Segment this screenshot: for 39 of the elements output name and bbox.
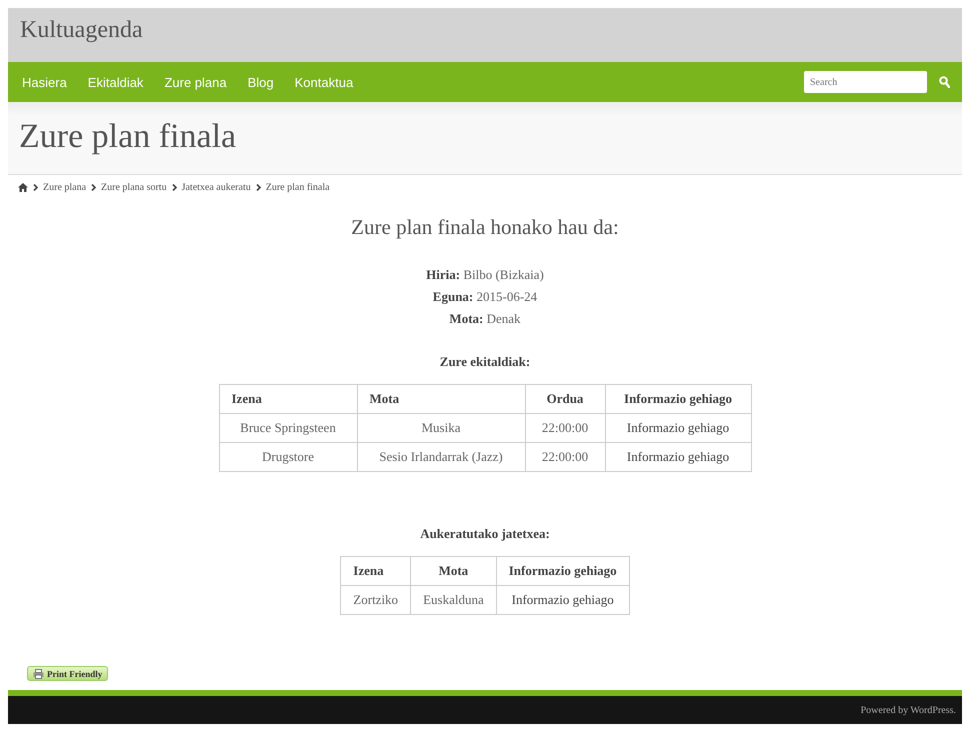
site-title[interactable]: Kultuagenda	[8, 8, 155, 53]
column-header: Ordua	[525, 384, 605, 414]
column-header: Izena	[219, 384, 357, 414]
summary-line: Hiria: Bilbo (Bizkaia)	[426, 266, 544, 284]
info-link[interactable]: Informazio gehiago	[512, 592, 614, 607]
table-cell: Musika	[357, 414, 525, 442]
section-heading: Zure plan finala honako hau da:	[351, 215, 619, 240]
chevron-icon	[33, 184, 38, 191]
table-title: Aukeratutako jatetxea:	[420, 526, 550, 542]
table-cell: 22:00:00	[525, 442, 605, 472]
search-field[interactable]: Search	[804, 71, 927, 93]
footer-text: Powered by WordPress.	[860, 704, 956, 716]
column-header: Mota	[357, 384, 525, 414]
chevron-icon	[172, 184, 177, 191]
breadcrumb-link[interactable]: Jatetxea aukeratu	[182, 182, 251, 193]
info-link[interactable]: Informazio gehiago	[626, 420, 730, 435]
home-icon[interactable]	[18, 183, 28, 192]
table-cell: Euskalduna	[410, 586, 496, 614]
column-header: Informazio gehiago	[605, 384, 751, 414]
breadcrumb-link[interactable]: Zure plana sortu	[101, 182, 167, 193]
column-header: Mota	[410, 556, 496, 586]
table-cell: 22:00:00	[525, 414, 605, 442]
breadcrumb-current: Zure plan finala	[266, 182, 330, 193]
table-cell: Drugstore	[219, 442, 357, 472]
column-header: Informazio gehiago	[496, 556, 630, 586]
table-title: Zure ekitaldiak:	[440, 354, 530, 370]
page-title: Zure plan finala	[18, 117, 238, 157]
table-cell: Bruce Springsteen	[219, 414, 357, 442]
chevron-icon	[91, 184, 96, 191]
summary-line: Eguna: 2015-06-24	[432, 288, 538, 306]
table-cell: Zortziko	[340, 586, 411, 614]
info-link[interactable]: Informazio gehiago	[626, 449, 730, 464]
column-header: Izena	[340, 556, 411, 586]
print-button[interactable]: Print Friendly	[27, 666, 108, 681]
summary-line: Mota: Denak	[449, 310, 521, 328]
breadcrumb-link[interactable]: Zure plana	[43, 182, 86, 193]
printer-icon	[33, 668, 44, 678]
chevron-icon	[256, 184, 261, 191]
table-cell: Sesio Irlandarrak (Jazz)	[357, 442, 525, 472]
